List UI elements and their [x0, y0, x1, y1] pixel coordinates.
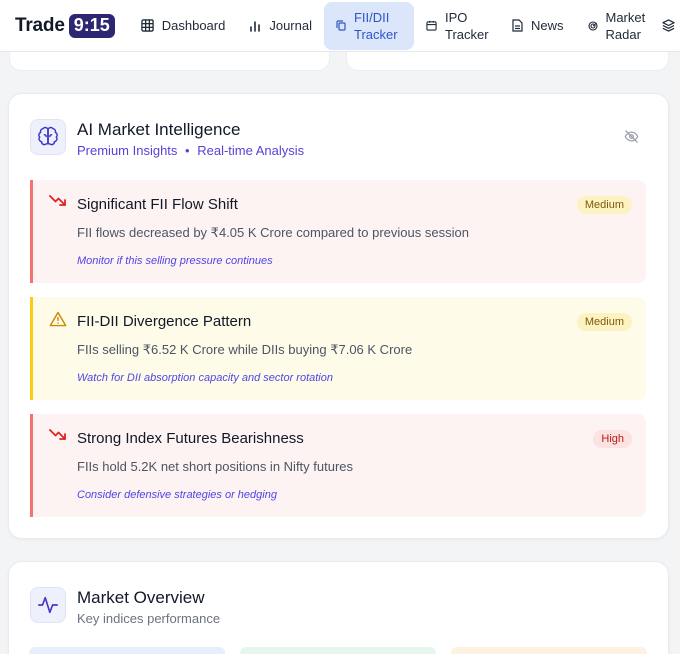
ai-market-intelligence-card: AI Market Intelligence Premium Insights …	[8, 93, 669, 539]
radar-icon	[587, 20, 598, 31]
index-tile[interactable]	[451, 647, 647, 654]
trending-down-icon	[49, 194, 67, 213]
activity-icon	[30, 587, 66, 623]
alert-hint: Watch for DII absorption capacity and se…	[77, 372, 333, 384]
ai-card-subtitle: Premium Insights • Real-time Analysis	[77, 143, 304, 158]
calendar-icon	[426, 20, 437, 31]
alert-description: FIIs hold 5.2K net short positions in Ni…	[77, 459, 354, 474]
alert-description: FIIs selling ₹6.52 K Crore while DIIs bu…	[77, 342, 413, 357]
trending-down-icon	[49, 428, 67, 447]
market-overview-card: Market Overview Key indices performance	[8, 561, 669, 654]
subtitle-realtime: Real-time Analysis	[197, 143, 305, 158]
index-tile[interactable]	[240, 647, 436, 654]
brand-badge: 9:15	[68, 13, 115, 38]
brand-logo[interactable]: Trade 9:15	[15, 13, 115, 38]
nav-item-more[interactable]	[658, 2, 680, 50]
severity-badge: High	[593, 430, 632, 448]
alert-title: Significant FII Flow Shift	[77, 196, 238, 213]
index-tile[interactable]	[29, 647, 225, 654]
overview-card-title: Market Overview	[77, 588, 205, 607]
nav-item-journal[interactable]: Journal	[237, 2, 324, 50]
layers-icon	[661, 19, 675, 32]
nav-item-fii-dii-tracker[interactable]: FII/DII Tracker	[323, 1, 414, 50]
document-icon	[512, 19, 523, 32]
nav-label: Journal	[269, 18, 312, 33]
alert-fii-flow-shift[interactable]: Significant FII Flow Shift FII flows dec…	[30, 180, 646, 283]
subtitle-premium: Premium Insights	[77, 143, 178, 158]
nav-label: FII/DII Tracker	[353, 9, 398, 42]
brand-name: Trade	[15, 14, 65, 36]
nav-item-news[interactable]: News	[500, 2, 576, 50]
alert-fii-dii-divergence[interactable]: FII-DII Divergence Pattern FIIs selling …	[30, 297, 646, 400]
brain-icon	[30, 119, 66, 155]
alert-hint: Consider defensive strategies or hedging	[77, 489, 277, 501]
severity-badge: Medium	[576, 196, 632, 214]
nav-label: IPO Tracker	[444, 9, 489, 42]
alert-index-futures-bearishness[interactable]: Strong Index Futures Bearishness FIIs ho…	[30, 414, 646, 517]
subtitle-separator: •	[185, 143, 190, 158]
eye-off-icon[interactable]	[624, 129, 639, 149]
alert-title: Strong Index Futures Bearishness	[77, 430, 304, 447]
alert-hint: Monitor if this selling pressure continu…	[77, 255, 273, 267]
nav-label: Market Radar	[605, 9, 646, 42]
copy-icon	[336, 20, 346, 31]
alert-description: FII flows decreased by ₹4.05 K Crore com…	[77, 225, 469, 240]
top-navbar: Trade 9:15 Dashboard Journal FII/DII Trac…	[0, 0, 680, 52]
nav-label: News	[530, 18, 564, 33]
nav-label: Dashboard	[161, 18, 226, 33]
severity-badge: Medium	[576, 313, 632, 331]
nav-item-dashboard[interactable]: Dashboard	[129, 2, 238, 50]
warning-icon	[49, 311, 67, 332]
nav-item-market-radar[interactable]: Market Radar	[576, 2, 658, 50]
alert-title: FII-DII Divergence Pattern	[77, 313, 252, 330]
nav-item-ipo-tracker[interactable]: IPO Tracker	[414, 2, 500, 50]
grid-icon	[141, 19, 154, 32]
overview-card-subtitle: Key indices performance	[77, 611, 221, 626]
bar-chart-icon	[249, 20, 261, 32]
ai-card-title: AI Market Intelligence	[77, 120, 241, 139]
